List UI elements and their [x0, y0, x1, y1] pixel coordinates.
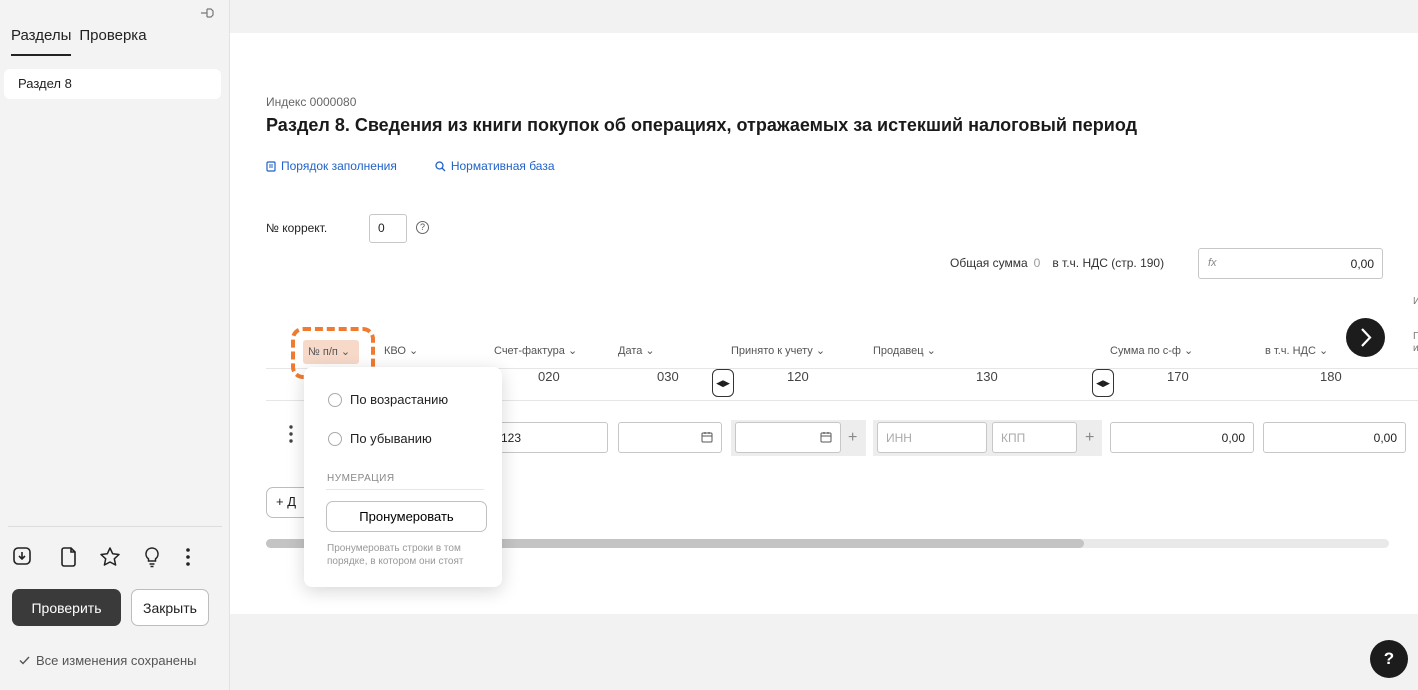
sidebar: Разделы Проверка Раздел 8 Проверить Закр…	[0, 0, 230, 690]
help-links: Порядок заполнения Нормативная база	[266, 159, 555, 173]
check-icon	[19, 656, 30, 665]
sidebar-toolbar	[12, 546, 202, 574]
col-code-170: 170	[1167, 369, 1189, 384]
cut-header-fragment-2: Г	[1413, 331, 1418, 342]
col-code-030: 030	[657, 369, 679, 384]
sum-input[interactable]: 0,00	[1110, 422, 1254, 453]
col-code-130: 130	[976, 369, 998, 384]
vat-total-value: 0,00	[1350, 257, 1374, 271]
col-header-sum[interactable]: Сумма по с-ф ⌄	[1110, 344, 1193, 357]
calendar-icon[interactable]	[701, 431, 713, 443]
star-icon[interactable]	[99, 546, 121, 570]
total-summary: Общая сумма 0 в т.ч. НДС (стр. 190)	[950, 256, 1164, 270]
sidebar-divider	[8, 526, 222, 527]
row-menu-icon[interactable]	[288, 424, 294, 444]
tab-sections[interactable]: Разделы	[11, 27, 72, 56]
cut-header-fragment-3: и	[1413, 343, 1418, 354]
correction-label: № коррект.	[266, 221, 328, 235]
sort-popup: По возрастанию По убыванию НУМЕРАЦИЯ Про…	[304, 367, 502, 587]
add-seller-plus-icon[interactable]: +	[1085, 429, 1094, 447]
cut-header-fragment: И	[1413, 296, 1418, 307]
regulatory-base-label: Нормативная база	[450, 159, 555, 173]
col-header-invoice[interactable]: Счет-фактура ⌄	[494, 344, 577, 357]
filling-order-label: Порядок заполнения	[281, 159, 397, 173]
download-icon[interactable]	[12, 546, 34, 570]
col-code-180: 180	[1320, 369, 1342, 384]
save-status-text: Все изменения сохранены	[36, 653, 197, 668]
sidebar-item-section-8[interactable]: Раздел 8	[4, 69, 221, 99]
col-code-020: 020	[538, 369, 560, 384]
renumber-hint: Пронумеровать строки в том порядке, в ко…	[327, 543, 464, 567]
vat-input[interactable]: 0,00	[1263, 422, 1406, 453]
col-header-seller[interactable]: Продавец ⌄	[873, 344, 936, 357]
date-input[interactable]	[618, 422, 722, 453]
column-resize-handle-2[interactable]: ◀▶	[1092, 369, 1114, 397]
regulatory-base-link[interactable]: Нормативная база	[435, 159, 555, 173]
accepted-date-input[interactable]	[735, 422, 841, 453]
total-count: 0	[1033, 256, 1041, 270]
check-button[interactable]: Проверить	[12, 589, 121, 626]
lightbulb-icon[interactable]	[142, 546, 164, 570]
formula-icon: fx	[1208, 257, 1217, 269]
question-icon[interactable]: ?	[416, 221, 429, 234]
vat-label: в т.ч. НДС (стр. 190)	[1052, 256, 1165, 270]
page-title: Раздел 8. Сведения из книги покупок об о…	[266, 115, 1138, 135]
more-vertical-icon[interactable]	[184, 546, 206, 570]
close-button[interactable]: Закрыть	[131, 589, 209, 626]
scroll-right-button[interactable]	[1346, 318, 1385, 357]
renumber-button[interactable]: Пронумеровать	[326, 501, 487, 532]
col-header-accepted[interactable]: Принято к учету ⌄	[731, 344, 825, 357]
chevron-right-icon	[1361, 328, 1372, 347]
col-header-vat[interactable]: в т.ч. НДС ⌄	[1265, 344, 1328, 357]
radio-desc[interactable]	[328, 431, 342, 446]
copy-icon[interactable]	[59, 546, 81, 570]
kpp-input[interactable]: КПП	[992, 422, 1077, 453]
numbering-section-title: НУМЕРАЦИЯ	[327, 473, 395, 484]
sort-asc-label: По возрастанию	[350, 392, 449, 407]
total-label: Общая сумма	[950, 256, 1028, 270]
col-header-kvo[interactable]: КВО ⌄	[384, 344, 418, 357]
inn-placeholder: ИНН	[886, 431, 912, 445]
search-icon	[435, 160, 446, 171]
col-header-date[interactable]: Дата ⌄	[618, 344, 655, 357]
radio-asc[interactable]	[328, 392, 342, 407]
calendar-icon[interactable]	[820, 431, 832, 443]
tab-check[interactable]: Проверка	[79, 27, 146, 56]
add-accepted-plus-icon[interactable]: +	[848, 429, 857, 447]
pin-icon[interactable]	[199, 6, 217, 22]
sidebar-tabs: Разделы Проверка	[11, 27, 147, 56]
sort-desc-label: По убыванию	[350, 431, 432, 446]
popup-divider	[326, 489, 484, 490]
book-icon	[266, 160, 276, 172]
save-status: Все изменения сохранены	[19, 653, 197, 668]
vat-total-input[interactable]: fx 0,00	[1198, 248, 1383, 279]
column-resize-handle[interactable]: ◀▶	[712, 369, 734, 397]
filling-order-link[interactable]: Порядок заполнения	[266, 159, 397, 173]
correction-input[interactable]: 0	[369, 214, 407, 243]
sort-asc-option[interactable]: По возрастанию	[328, 392, 448, 407]
inn-input[interactable]: ИНН	[877, 422, 987, 453]
form-index: Индекс 0000080	[266, 95, 357, 109]
kpp-placeholder: КПП	[1001, 431, 1026, 445]
sort-desc-option[interactable]: По убыванию	[328, 431, 432, 446]
col-code-120: 120	[787, 369, 809, 384]
help-button[interactable]: ?	[1370, 640, 1408, 678]
invoice-input[interactable]: 123	[492, 422, 608, 453]
